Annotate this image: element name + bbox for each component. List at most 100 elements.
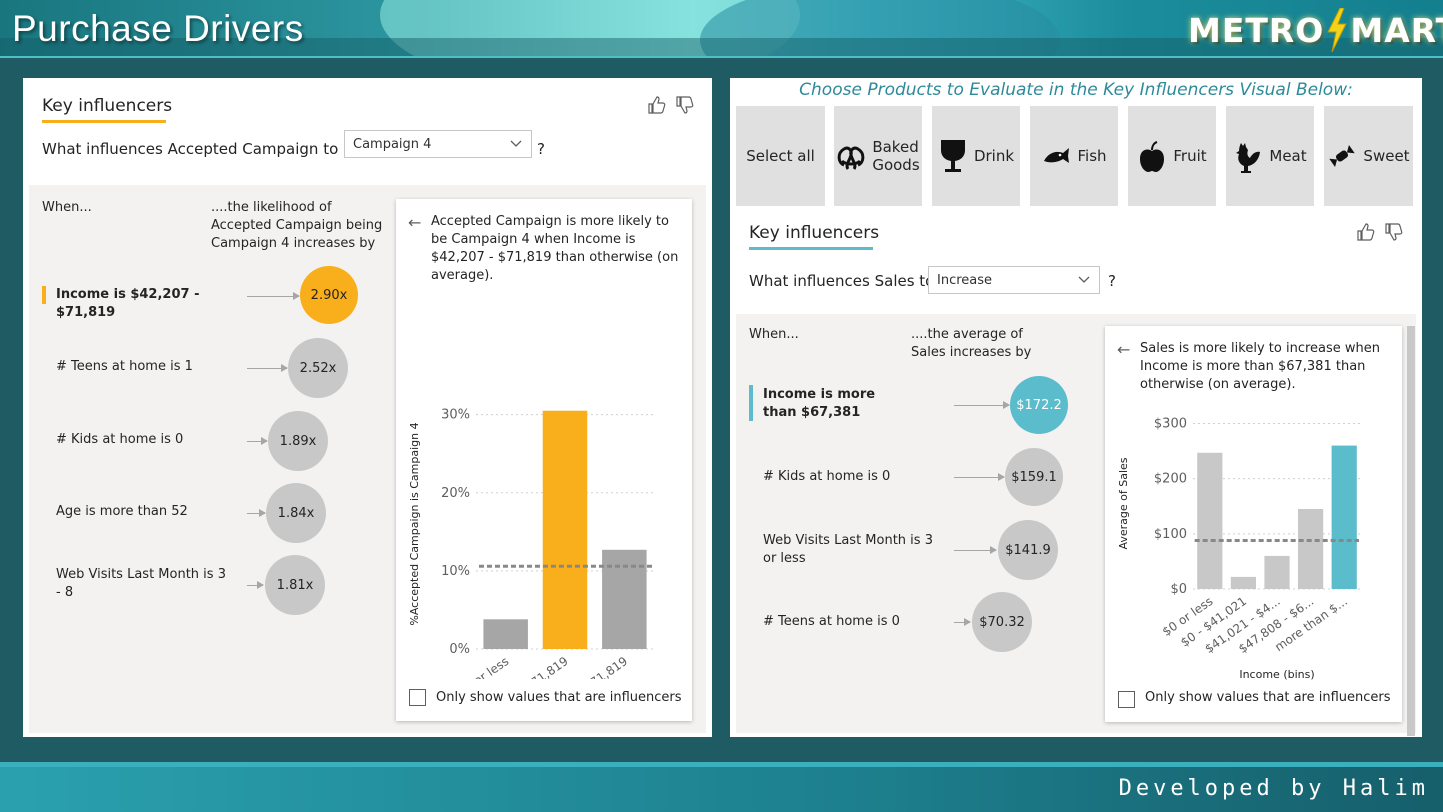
help-question-mark: ? (1108, 272, 1116, 290)
influencer-item[interactable]: # Teens at home is 1 (56, 358, 241, 376)
chevron-down-icon (510, 140, 522, 147)
page-title: Purchase Drivers (12, 8, 304, 49)
y-tick-label: $300 (1154, 417, 1187, 432)
feedback-buttons (1356, 222, 1404, 242)
key-influencers-tab[interactable]: Key influencers (749, 223, 879, 248)
influencer-arrow (247, 292, 300, 300)
left-key-influencers-panel: Key influencers What influences Accepted… (23, 78, 712, 737)
brand-logo-right: MART (1350, 10, 1443, 50)
influencer-detail-card: ← Sales is more likely to increase when … (1105, 326, 1402, 722)
tile-label: Select all (746, 147, 815, 165)
sales-income-chart: $0$100$200$300$0 or less$0 - $41,021$41,… (1117, 417, 1361, 681)
bar (1264, 555, 1290, 589)
influencer-arrow (247, 437, 268, 445)
tab-underline (42, 120, 166, 123)
influencer-arrow (954, 473, 1005, 481)
fish-icon (1044, 148, 1070, 163)
y-tick-label: $100 (1154, 527, 1187, 542)
y-tick-label: 20% (441, 486, 470, 501)
average-column-header: ....the average of Sales increases by (911, 327, 1032, 360)
influencer-arrow (954, 401, 1010, 409)
feedback-buttons (647, 95, 695, 115)
right-key-influencers-panel: Choose Products to Evaluate in the Key I… (730, 78, 1422, 737)
sales-dropdown[interactable]: Increase (928, 266, 1100, 294)
influencer-item[interactable]: # Kids at home is 0 (763, 468, 923, 486)
footer-banner: Developed by Halim (0, 762, 1443, 812)
lightning-bolt-icon (1327, 8, 1348, 52)
tile-label: Baked Goods (872, 138, 919, 174)
tile-label: Sweet (1363, 147, 1410, 165)
tile-label-line: Goods (872, 156, 920, 174)
x-tick-label: $42,207 or less (427, 654, 511, 679)
slicer-tile-meat[interactable]: Meat (1226, 106, 1314, 206)
influence-question: What influences Sales to (749, 272, 935, 290)
slicer-tile-fruit[interactable]: Fruit (1128, 106, 1216, 206)
influencer-item[interactable]: # Kids at home is 0 (56, 431, 241, 449)
influencer-item[interactable]: Income is more than $67,381 (763, 386, 913, 422)
campaign-income-chart: 0%10%20%30%$42,207 or less$42,207 - $71,… (408, 408, 654, 679)
influencer-bubble[interactable]: 1.89x (268, 411, 328, 471)
influencers-only-checkbox[interactable] (409, 689, 426, 706)
influencer-item[interactable]: Web Visits Last Month is 3 - 8 (56, 566, 231, 602)
chevron-down-icon (1078, 276, 1090, 283)
influencer-bubble[interactable]: $172.2 (1010, 376, 1068, 434)
influencer-item[interactable]: Income is $42,207 - $71,819 (56, 286, 241, 322)
slicer-tile-select-all[interactable]: Select all (736, 106, 825, 206)
thumbs-down-icon[interactable] (675, 95, 695, 115)
back-arrow-icon[interactable]: ← (408, 213, 421, 232)
campaign-dropdown[interactable]: Campaign 4 (344, 130, 532, 158)
slicer-tile-baked-goods[interactable]: Baked Goods (834, 106, 922, 206)
checkbox-label: Only show values that are influencers (436, 690, 682, 705)
thumbs-up-icon[interactable] (647, 95, 667, 115)
key-influencers-tab[interactable]: Key influencers (42, 96, 172, 121)
influencer-arrow (954, 618, 971, 626)
influencer-item[interactable]: Web Visits Last Month is 3 or less (763, 532, 933, 568)
thumbs-up-icon[interactable] (1356, 222, 1376, 242)
influencer-item[interactable]: # Teens at home is 0 (763, 613, 923, 631)
tile-label: Fish (1077, 147, 1107, 165)
developer-credit: Developed by Halim (1118, 776, 1429, 801)
scrollbar[interactable] (1407, 326, 1415, 736)
influencer-bubble[interactable]: 1.84x (266, 483, 326, 543)
when-column-header: When... (749, 327, 799, 342)
tile-label: Drink (973, 147, 1015, 165)
y-tick-label: 0% (449, 642, 470, 657)
y-tick-label: $200 (1154, 472, 1187, 487)
tile-label: Fruit (1173, 147, 1207, 165)
influencer-detail-card: ← Accepted Campaign is more likely to be… (396, 199, 692, 721)
influencer-bubble[interactable]: $159.1 (1005, 448, 1063, 506)
brand-logo-left: METRO (1188, 10, 1325, 50)
thumbs-down-icon[interactable] (1384, 222, 1404, 242)
tab-underline (749, 247, 873, 250)
detail-description: Accepted Campaign is more likely to be C… (431, 214, 679, 283)
dropdown-value: Campaign 4 (353, 137, 432, 152)
selected-indicator (42, 286, 46, 304)
rooster-icon (1236, 143, 1261, 173)
pretzel-icon (837, 146, 865, 170)
influencer-bubble[interactable]: $70.32 (972, 592, 1032, 652)
slicer-tile-sweet[interactable]: Sweet (1324, 106, 1413, 206)
slicer-tile-drink[interactable]: Drink (932, 106, 1020, 206)
bar (542, 410, 588, 649)
brand-logo: METRO MART (1188, 8, 1443, 52)
header-banner: Purchase Drivers METRO MART (0, 0, 1443, 58)
slicer-tile-fish[interactable]: Fish (1030, 106, 1118, 206)
influencer-arrow (247, 364, 288, 372)
influencer-item[interactable]: Age is more than 52 (56, 503, 241, 521)
influencer-bubble[interactable]: 2.90x (300, 266, 358, 324)
influencer-bubble[interactable]: 2.52x (288, 338, 348, 398)
tile-label-line: Baked (872, 138, 919, 156)
selected-indicator (749, 385, 753, 421)
bar (1298, 509, 1324, 589)
help-question-mark: ? (537, 140, 545, 158)
y-axis-label: Average of Sales (1117, 457, 1130, 549)
bar (602, 549, 647, 649)
x-axis-label: Income (bins) (1239, 668, 1314, 681)
influencer-bubble[interactable]: $141.9 (998, 520, 1058, 580)
influencer-bubble[interactable]: 1.81x (265, 555, 325, 615)
influencers-only-checkbox[interactable] (1118, 691, 1135, 708)
influencer-arrow (954, 546, 997, 554)
detail-description: Sales is more likely to increase when In… (1140, 341, 1380, 392)
back-arrow-icon[interactable]: ← (1117, 340, 1130, 359)
bar (1197, 452, 1223, 589)
